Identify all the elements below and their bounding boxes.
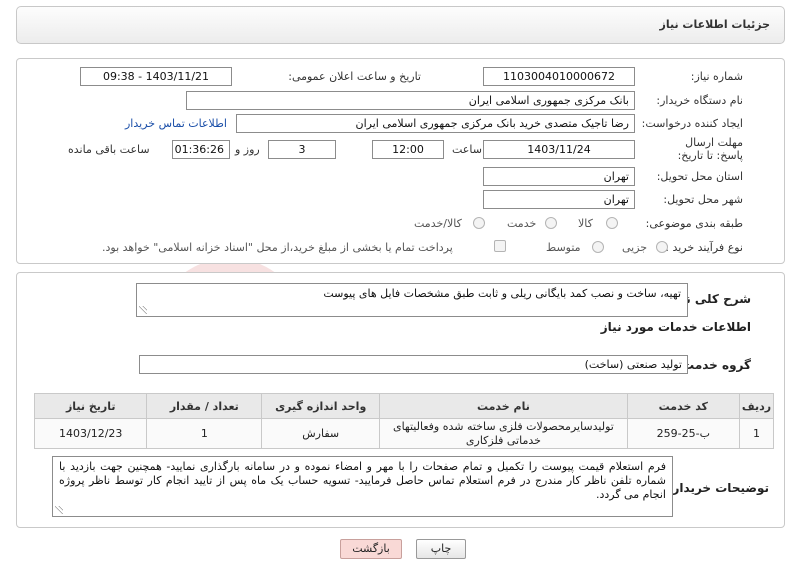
category-goods-service-label: کالا/خدمت [414,217,462,230]
resize-grip-icon[interactable] [55,506,63,514]
deadline-time-field[interactable]: 12:00 [372,140,444,159]
col-service-name-header: نام خدمت [379,393,628,419]
col-need-date-header: تاریخ نیاز [33,393,148,419]
category-radio-service[interactable] [545,217,557,229]
treasury-payment-checkbox[interactable] [494,240,506,252]
page-title: جزئیات اطلاعات نیاز [659,18,771,31]
cell-service-name: تولیدسایرمحصولات فلزی ساخته شده وفعالیته… [379,418,628,449]
cell-unit: سفارش [261,418,381,449]
city-label: شهر محل تحویل: [663,193,743,206]
process-label: نوع فرآیند خرید : [665,241,743,254]
col-unit-header: واحد اندازه گیری [261,393,381,419]
cell-need-date: 1403/12/23 [33,418,148,449]
description-text: تهیه، ساخت و نصب کمد بایگانی ریلی و ثابت… [323,287,681,300]
back-button[interactable]: بازگشت [340,539,402,559]
requester-label: ایجاد کننده درخواست: [641,117,743,130]
resize-grip-icon[interactable] [139,306,147,314]
process-radio-minor[interactable] [656,241,668,253]
category-goods-label: کالا [578,217,593,230]
treasury-payment-note: پرداخت تمام یا بخشی از مبلغ خرید،از محل … [102,241,453,254]
need-number-label: شماره نیاز: [690,70,743,83]
remaining-time-label: ساعت باقی مانده [68,143,150,156]
service-group-field[interactable]: تولید صنعتی (ساخت) [139,355,688,374]
table-row[interactable]: 1 ب-25-259 تولیدسایرمحصولات فلزی ساخته ش… [33,418,774,449]
buyer-org-label: نام دستگاه خریدار: [656,94,743,107]
need-number-field[interactable]: 1103004010000672 [483,67,635,86]
print-button[interactable]: چاپ [416,539,466,559]
page-header: جزئیات اطلاعات نیاز [16,6,785,44]
buyer-notes-text: فرم استعلام قیمت پیوست را تکمیل و تمام ص… [59,460,666,501]
category-service-label: خدمت [507,217,537,230]
days-label: روز و [235,143,260,156]
category-radio-goods[interactable] [606,217,618,229]
col-service-code-header: کد خدمت [626,393,741,419]
deadline-time-label: ساعت [452,143,482,156]
process-radio-medium[interactable] [592,241,604,253]
buyer-notes-textarea[interactable]: فرم استعلام قیمت پیوست را تکمیل و تمام ص… [52,456,673,517]
province-field[interactable]: تهران [483,167,635,186]
deadline-label: مهلت ارسال پاسخ: تا تاریخ: [677,136,743,162]
buyer-contact-link[interactable]: اطلاعات تماس خریدار [125,117,227,130]
requester-field[interactable]: رضا تاجیک متصدی خرید بانک مرکزی جمهوری ا… [236,114,635,133]
announce-date-field[interactable]: 1403/11/21 - 09:38 [80,67,232,86]
deadline-date-field[interactable]: 1403/11/24 [483,140,635,159]
remaining-days-field[interactable]: 3 [268,140,336,159]
cell-quantity: 1 [146,418,263,449]
col-quantity-header: تعداد / مقدار [146,393,263,419]
remaining-time-field[interactable]: 01:36:26 [172,140,230,159]
cell-row-number: 1 [739,418,774,449]
buyer-notes-label: توضیحات خریدار: [667,481,769,495]
services-title: اطلاعات خدمات مورد نیاز [600,320,751,334]
city-field[interactable]: تهران [483,190,635,209]
details-section [16,58,785,264]
description-textarea[interactable]: تهیه، ساخت و نصب کمد بایگانی ریلی و ثابت… [136,283,688,317]
announce-date-label: تاریخ و ساعت اعلان عمومی: [288,70,421,83]
process-medium-label: متوسط [546,241,581,254]
service-group-label: گروه خدمت: [677,358,751,372]
cell-service-code: ب-25-259 [626,418,741,449]
table-header-row: ردیف کد خدمت نام خدمت واحد اندازه گیری ت… [33,393,774,419]
category-radio-goods-service[interactable] [473,217,485,229]
category-label: طبقه بندی موضوعی: [645,217,743,230]
province-label: استان محل تحویل: [656,170,743,183]
process-minor-label: جزیی [622,241,648,254]
services-table: ردیف کد خدمت نام خدمت واحد اندازه گیری ت… [33,393,774,449]
buyer-org-field[interactable]: بانک مرکزی جمهوری اسلامی ایران [186,91,635,110]
col-row-header: ردیف [739,393,774,419]
